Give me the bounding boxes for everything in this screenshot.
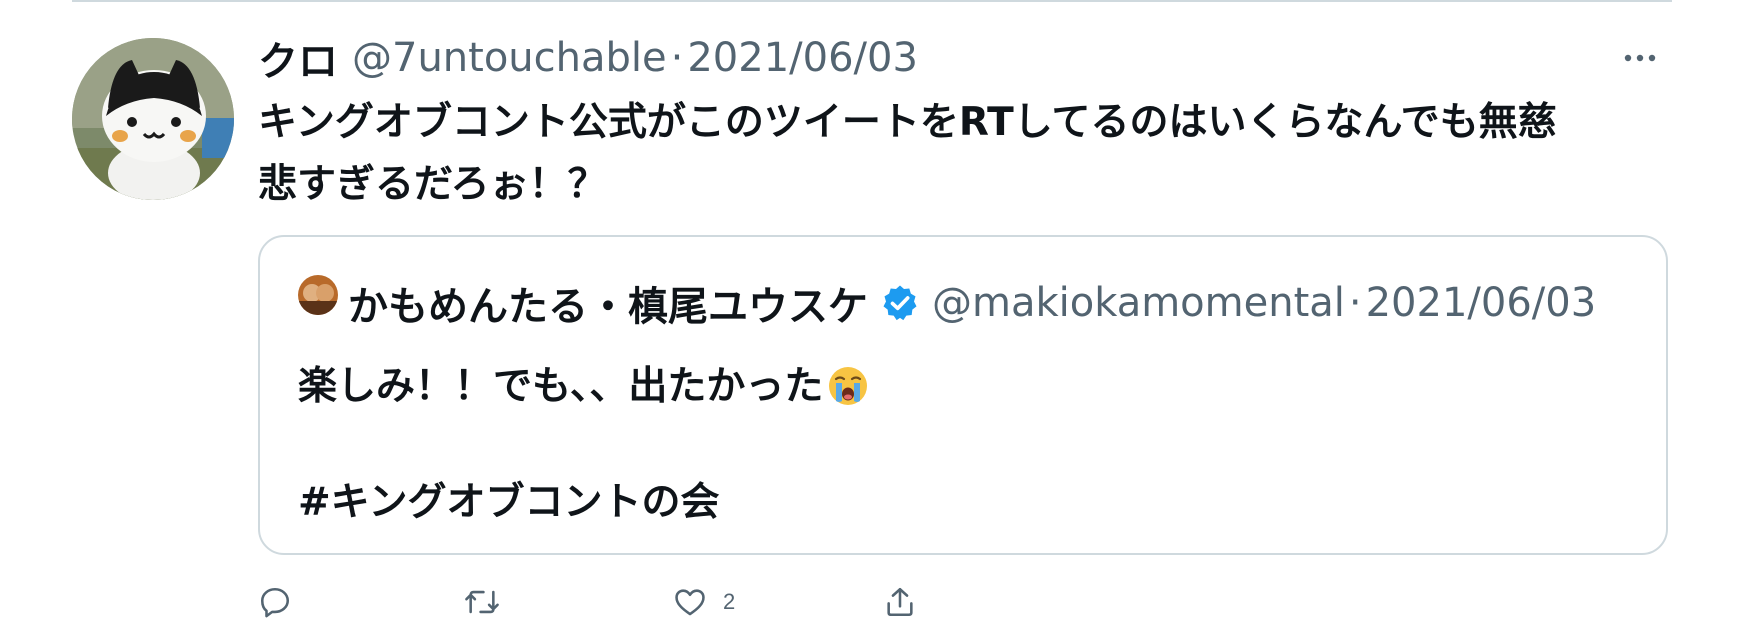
separator-dot: · [670,35,684,81]
loudly-crying-face-icon [827,365,869,425]
heart-icon [673,585,707,619]
verified-badge-icon [880,283,920,323]
tweet-text: キングオブコント公式がこのツイートをRTしてるのはいくらなんでも無慈 悲すぎるだ… [258,100,1557,207]
quoted-tweet-date[interactable]: 2021/06/03 [1366,280,1597,326]
author-display-name[interactable]: クロ [258,29,338,87]
reply-icon [258,585,292,619]
retweet-icon [463,585,501,619]
author-handle[interactable]: @7untouchable [352,35,667,81]
quoted-author-handle[interactable]: @makiokamomental [932,280,1345,326]
quoted-author-display-name[interactable]: かもめんたる・槙尾ユウスケ [348,274,868,332]
quoted-tweet-card[interactable]: かもめんたる・槙尾ユウスケ @makiokamomental · 2021/06… [258,235,1668,555]
quoted-tweet-text-line: 楽しみ！！でも、、出たかった [298,364,824,409]
quoted-tweet-hashtag[interactable]: #キングオブコントの会 [298,473,720,533]
like-count: 2 [723,589,736,614]
reply-button[interactable] [258,580,292,624]
more-horizontal-icon[interactable] [1620,48,1660,68]
tweet-header: クロ @7untouchable · 2021/06/03 [258,30,918,86]
top-divider [72,0,1672,2]
retweet-button[interactable] [463,580,501,624]
quoted-author-avatar[interactable] [298,275,338,315]
quoted-tweet-text: 楽しみ！！でも、、出たかった [298,357,869,425]
share-button[interactable] [883,580,917,624]
quoted-separator-dot: · [1348,280,1362,326]
quoted-tweet-header: かもめんたる・槙尾ユウスケ @makiokamomental · 2021/06… [298,275,1596,331]
author-avatar[interactable] [72,38,234,200]
like-button[interactable]: 2 [673,580,735,624]
tweet-date[interactable]: 2021/06/03 [687,35,918,81]
cat-plush-avatar-image [72,38,234,200]
share-icon [883,585,917,619]
